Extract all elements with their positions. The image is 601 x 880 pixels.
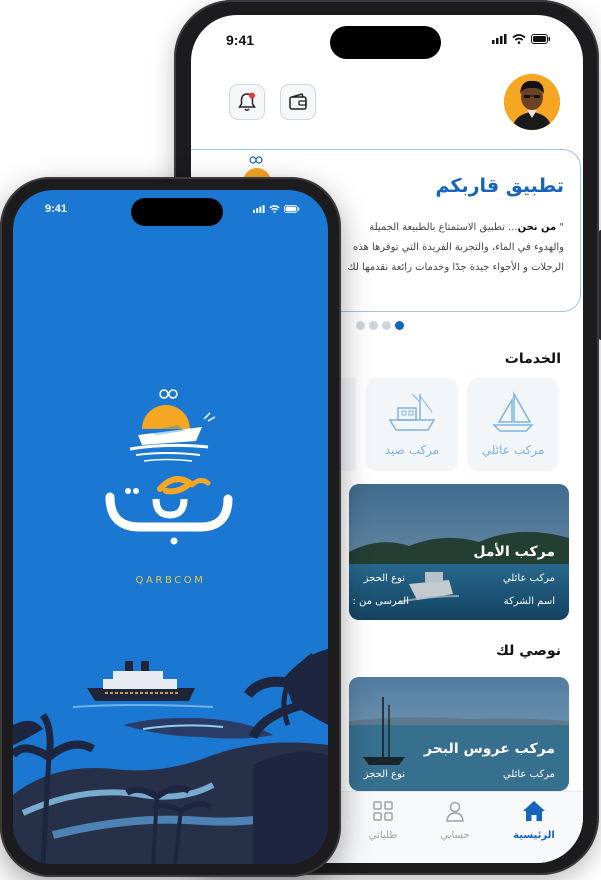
service-label: مركب صيد: [384, 443, 440, 457]
carousel-dot[interactable]: [382, 321, 391, 330]
carousel-dots[interactable]: [356, 321, 404, 330]
splash-screen: 9:41 QARBCOM: [13, 190, 328, 864]
battery-icon: [284, 205, 300, 213]
recommended-boat-booking-type: نوع الحجز: [363, 769, 405, 780]
signal-icon: [253, 205, 265, 213]
battery-icon: [531, 34, 551, 44]
about-line-3: الرحلات و الأجواء جيدة جدًا وخدمات رائعة…: [347, 262, 564, 273]
tab-orders-label: طلباتي: [368, 830, 398, 841]
signal-icon: [492, 34, 507, 44]
carousel-dot-active[interactable]: [395, 321, 404, 330]
service-label: مركب عائلي: [481, 443, 545, 457]
wallet-icon: [289, 93, 307, 110]
notifications-button[interactable]: [229, 84, 265, 120]
tab-account-label: حسابي: [440, 830, 470, 841]
front-phone: 9:41 QARBCOM: [0, 177, 341, 877]
featured-boat-type: مركب عائلي: [502, 573, 555, 584]
carousel-dot[interactable]: [356, 321, 365, 330]
tab-account[interactable]: حسابي: [420, 800, 490, 841]
status-icons: [492, 34, 551, 44]
featured-boat-booking-type: نوع الحجز: [363, 573, 405, 584]
recommended-boat-card[interactable]: مركب عروس البحر مركب عائلي نوع الحجز: [349, 677, 569, 791]
dynamic-island: [131, 198, 223, 226]
status-icons: [253, 205, 300, 213]
qarbcom-logo: [105, 389, 233, 545]
recommended-boat-name: مركب عروس البحر: [424, 741, 555, 757]
dynamic-island: [330, 26, 441, 59]
tab-home[interactable]: الرئيسية: [499, 800, 569, 841]
brand-name: QARBCOM: [135, 575, 206, 586]
service-family-boat[interactable]: مركب عائلي: [468, 378, 558, 469]
tab-home-label: الرئيسية: [513, 830, 555, 841]
status-time: 9:41: [226, 32, 255, 48]
user-icon: [446, 801, 464, 822]
status-time: 9:41: [45, 203, 68, 215]
home-icon: [523, 801, 545, 821]
about-title: تطبيق قاربكم: [435, 175, 565, 197]
tab-orders[interactable]: طلباتي: [348, 800, 418, 841]
about-line-1-text: ... تطبيق الاستمتاع بالطبيعة الجميلة: [369, 222, 518, 233]
avatar-photo-icon: [504, 74, 560, 130]
wallet-button[interactable]: [280, 84, 316, 120]
service-fishing-boat[interactable]: مركب صيد: [367, 378, 457, 469]
island-illustration: [13, 649, 328, 864]
about-heading: من نحن: [517, 222, 557, 233]
wifi-icon: [512, 34, 526, 44]
featured-boat-company: اسم الشركة: [503, 596, 555, 607]
featured-boat-departure: المرسى من :: [352, 596, 409, 607]
featured-boat-card[interactable]: مركب الأمل مركب عائلي اسم الشركة نوع الح…: [349, 484, 569, 620]
app-showcase: 9:41 تطبيق قاربكم " من نحن... تطبيق الاس…: [0, 0, 601, 880]
user-avatar[interactable]: [504, 74, 560, 130]
sailboat-icon: [492, 391, 534, 432]
recommended-boat-type: مركب عائلي: [502, 769, 555, 780]
wifi-icon: [269, 205, 280, 213]
bell-icon: [238, 92, 256, 111]
recommended-title: نوصي لك: [496, 643, 561, 659]
about-line-2: والهدوء في الماء، والتجربة الفريدة التي …: [353, 242, 564, 253]
fishing-boat-icon: [388, 393, 436, 431]
services-title: الخدمات: [504, 351, 561, 367]
featured-boat-name: مركب الأمل: [473, 544, 555, 560]
about-line-1: " من نحن... تطبيق الاستمتاع بالطبيعة الج…: [369, 222, 564, 233]
grid-icon: [373, 801, 393, 821]
carousel-dot[interactable]: [369, 321, 378, 330]
